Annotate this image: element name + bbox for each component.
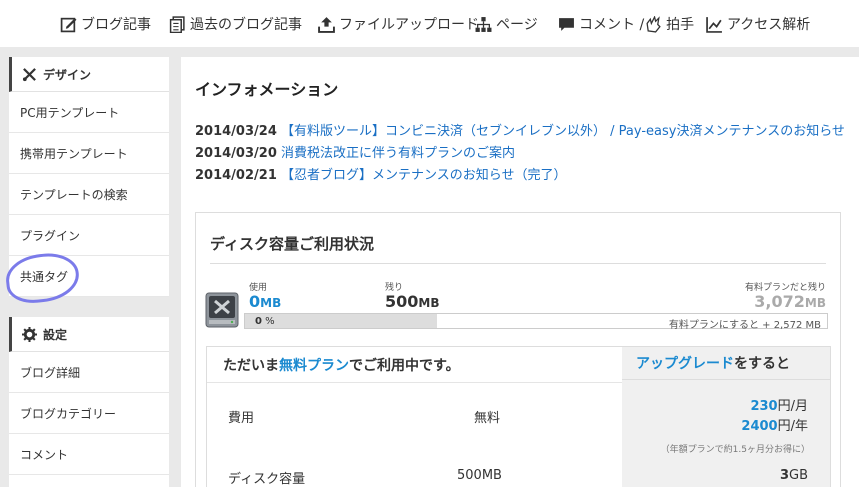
remain-value: 500MB: [385, 292, 440, 311]
disk-capacity-label: ディスク容量: [228, 472, 306, 487]
sidebar-settings-section: 設定 ブログ詳細 ブログカテゴリー コメント: [9, 317, 169, 487]
used-unit: MB: [260, 296, 282, 310]
disk-usage-percent: 0 %: [255, 316, 275, 327]
current-plan-heading: ただいま 無料プラン でご利用中です。: [207, 347, 622, 383]
hard-disk-icon: [205, 292, 239, 328]
paid-remain-value: 3,072MB: [754, 292, 826, 311]
percent-number: 0: [255, 316, 262, 327]
nav-clap-label: 拍手: [666, 17, 695, 33]
sidebar-item-mobile-template[interactable]: 携帯用テンプレート: [9, 133, 169, 174]
info-title: インフォメーション: [195, 80, 339, 99]
sidebar-settings-heading: 設定: [9, 317, 169, 352]
news-item: 2014/03/24 【有料版ツール】コンビニ決済（セブンイレブン以外） / P…: [195, 120, 845, 139]
news-link[interactable]: 【忍者ブログ】メンテナンスのお知らせ（完了）: [281, 168, 566, 183]
news-item: 2014/02/21 【忍者ブログ】メンテナンスのお知らせ（完了）: [195, 164, 566, 183]
paid-remain-unit: MB: [804, 296, 826, 310]
sidebar-item-pc-template[interactable]: PC用テンプレート: [9, 92, 169, 133]
chart-icon: [706, 16, 722, 33]
disk-capacity-free: 500MB: [457, 468, 502, 483]
nav-blog-post[interactable]: ブログ記事: [60, 14, 151, 34]
plan-comparison: ただいま 無料プラン でご利用中です。 アップグレード をすると 費用 無料 230円…: [206, 346, 831, 487]
price-monthly-unit: 円/月: [777, 399, 808, 414]
used-number: 0: [249, 292, 261, 311]
price-note: （年額プランで約1.5ヶ月分お得に）: [660, 445, 810, 455]
comment-icon: [559, 17, 574, 31]
nav-pages-label: ページ: [496, 17, 538, 33]
percent-sign: %: [265, 316, 275, 327]
sidebar-item-label: ブログ詳細: [20, 365, 81, 380]
current-plan-suffix: でご利用中です。: [349, 357, 460, 374]
disk-capacity-paid-unit: GB: [789, 468, 808, 483]
nav-past-posts[interactable]: 過去のブログ記事: [169, 14, 302, 34]
price-monthly-number: 230: [750, 399, 778, 414]
nav-comments[interactable]: コメント / 拍手: [558, 14, 694, 34]
nav-comments-label: コメント /: [579, 17, 645, 33]
price-yearly: 2400円/年: [741, 415, 808, 434]
upload-icon: [318, 16, 335, 33]
news-date: 2014/02/21: [195, 168, 277, 183]
price-monthly: 230円/月: [750, 395, 808, 414]
news-item: 2014/03/20 消費税法改正に伴う有料プランのご案内: [195, 142, 515, 161]
disk-capacity-paid-number: 3: [779, 468, 789, 483]
gear-icon: [22, 326, 37, 342]
nav-blog-post-label: ブログ記事: [81, 17, 151, 33]
news-link[interactable]: 【有料版ツール】コンビニ決済（セブンイレブン以外） / Pay-easy決済メン…: [281, 124, 845, 139]
sidebar-item-comments[interactable]: コメント: [9, 434, 169, 475]
current-plan-prefix: ただいま: [223, 357, 279, 374]
main-content: インフォメーション 2014/03/24 【有料版ツール】コンビニ決済（セブンイ…: [181, 57, 859, 487]
sidebar-item-label: ブログカテゴリー: [20, 406, 117, 421]
remain-unit: MB: [418, 296, 440, 310]
upgrade-heading: アップグレード をすると: [622, 347, 830, 380]
divider: [210, 263, 826, 264]
sidebar-item-label: プラグイン: [20, 228, 81, 243]
price-yearly-unit: 円/年: [777, 419, 808, 434]
fee-label: 費用: [228, 411, 255, 426]
nav-file-upload-label: ファイルアップロード: [339, 17, 479, 33]
sidebar-design-heading: デザイン: [9, 57, 169, 92]
sidebar-settings-heading-label: 設定: [43, 327, 68, 342]
sidebar-item-blog-category[interactable]: ブログカテゴリー: [9, 393, 169, 434]
edit-icon: [60, 17, 77, 32]
nav-access-analytics-label: アクセス解析: [727, 17, 811, 33]
news-date: 2014/03/24: [195, 124, 277, 139]
sidebar-item-plugin[interactable]: プラグイン: [9, 215, 169, 256]
news-date: 2014/03/20: [195, 146, 277, 161]
nav-pages[interactable]: ページ: [475, 14, 538, 34]
disk-capacity-paid: 3GB: [780, 468, 808, 483]
sidebar-item-label: コメント: [20, 447, 69, 462]
sidebar-item-template-search[interactable]: テンプレートの検索: [9, 174, 169, 215]
disk-usage-bar: 0 % 有料プランにすると + 2,572 MB: [244, 313, 828, 331]
sidebar-item-blog-details[interactable]: ブログ詳細: [9, 352, 169, 393]
design-tools-icon: [22, 67, 36, 81]
news-link[interactable]: 消費税法改正に伴う有料プランのご案内: [281, 146, 515, 161]
sidebar-item-label: PC用テンプレート: [20, 105, 120, 120]
disk-usage-title: ディスク容量ご利用状況: [210, 235, 374, 253]
clap-icon: [646, 15, 661, 33]
price-yearly-number: 2400: [741, 419, 778, 434]
disk-usage-panel: ディスク容量ご利用状況 使用 0MB 残り 500MB 有料プランだと残り 3,…: [195, 212, 841, 487]
sidebar-design-heading-label: デザイン: [43, 67, 92, 82]
upgrade-link[interactable]: アップグレード: [636, 353, 734, 373]
disk-usage-upgrade-note: 有料プランにすると + 2,572 MB: [668, 320, 821, 331]
nav-file-upload[interactable]: ファイルアップロード: [318, 14, 479, 34]
nav-past-posts-label: 過去のブログ記事: [190, 17, 302, 33]
sidebar-item-label: テンプレートの検索: [20, 187, 128, 202]
fee-free-value: 無料: [474, 411, 501, 426]
sitemap-icon: [475, 16, 492, 32]
remain-number: 500: [385, 292, 419, 311]
documents-icon: [169, 15, 185, 33]
sidebar-item-label: 携帯用テンプレート: [20, 146, 128, 161]
upgrade-heading-suffix: をすると: [734, 356, 790, 372]
current-plan-name: 無料プラン: [279, 357, 349, 374]
used-value: 0MB: [249, 292, 281, 311]
paid-remain-number: 3,072: [754, 292, 805, 311]
nav-access-analytics[interactable]: アクセス解析: [706, 14, 810, 34]
top-navigation: ブログ記事 過去のブログ記事 ファイルアップロード ページ コメント / 拍手 …: [0, 0, 859, 47]
